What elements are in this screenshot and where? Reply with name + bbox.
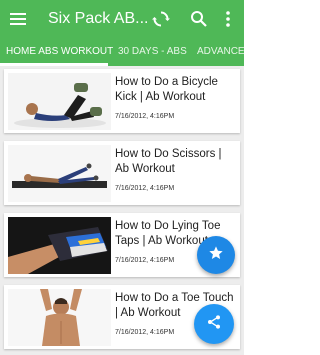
video-thumbnail: [8, 73, 111, 130]
favorite-fab[interactable]: [197, 236, 235, 274]
refresh-icon[interactable]: [150, 8, 172, 30]
tab-bar: HOME ABS WORKOUT 30 DAYS - ABS ADVANCED: [0, 38, 244, 66]
tab-home-abs-workout[interactable]: HOME ABS WORKOUT: [6, 38, 113, 66]
star-icon: [208, 245, 224, 266]
video-title: How to Do Scissors | Ab Workout: [115, 148, 222, 175]
video-thumbnail: [8, 145, 111, 202]
video-thumbnail: [8, 217, 111, 274]
app-bar: Six Pack AB... HOME ABS WORKOUT 30 DAYS …: [0, 0, 244, 66]
app-title: Six Pack AB...: [48, 10, 148, 27]
video-timestamp: 7/16/2012, 4:16PM: [115, 329, 175, 336]
video-card[interactable]: How to Do a Bicycle Kick | Ab Workout 7/…: [4, 69, 240, 133]
video-thumbnail: [8, 289, 111, 346]
share-icon: [206, 314, 222, 335]
video-timestamp: 7/16/2012, 4:16PM: [115, 257, 175, 264]
video-timestamp: 7/16/2012, 4:16PM: [115, 113, 175, 120]
video-timestamp: 7/16/2012, 4:16PM: [115, 185, 175, 192]
video-card[interactable]: How to Do Scissors | Ab Workout 7/16/201…: [4, 141, 240, 205]
overflow-menu-icon[interactable]: [220, 8, 236, 30]
search-icon[interactable]: [188, 8, 210, 30]
toolbar: Six Pack AB...: [0, 0, 244, 38]
share-fab[interactable]: [194, 304, 234, 344]
tab-30-days-abs[interactable]: 30 DAYS - ABS: [118, 38, 187, 66]
tab-advanced[interactable]: ADVANCED: [197, 38, 244, 66]
hamburger-menu-icon[interactable]: [8, 9, 28, 29]
video-title: How to Do a Bicycle Kick | Ab Workout: [115, 76, 218, 103]
